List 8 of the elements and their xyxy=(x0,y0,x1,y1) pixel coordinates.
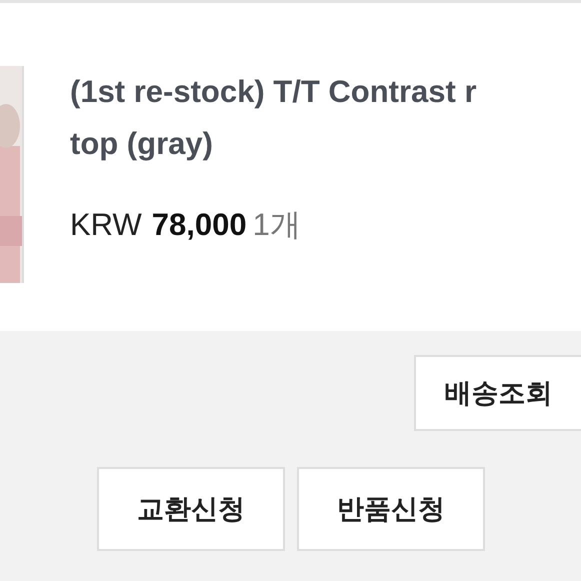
currency-label: KRW xyxy=(70,207,142,243)
product-title: (1st re-stock) T/T Contrast r xyxy=(70,73,477,111)
product-title: top (gray) xyxy=(70,125,214,163)
exchange-request-button[interactable]: 교환신청 xyxy=(97,467,285,551)
quantity-label: 1개 xyxy=(252,206,301,244)
return-request-button[interactable]: 반품신청 xyxy=(297,467,485,551)
track-delivery-button[interactable]: 배송조회 xyxy=(414,355,581,431)
price-amount: 78,000 xyxy=(152,207,247,243)
